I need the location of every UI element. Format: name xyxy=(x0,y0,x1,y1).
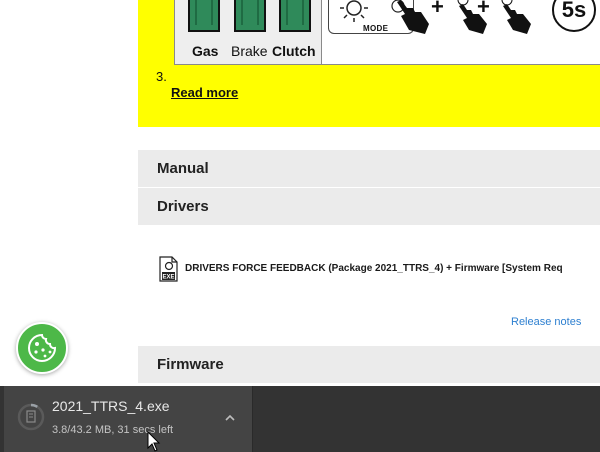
chevron-up-icon[interactable] xyxy=(222,410,238,426)
pedal-label-clutch: Clutch xyxy=(272,43,316,59)
section-manual-title: Manual xyxy=(157,160,209,177)
list-item-number: 3. xyxy=(156,69,167,84)
download-file-name: 2021_TTRS_4.exe xyxy=(52,398,170,414)
section-firmware-title: Firmware xyxy=(157,356,224,373)
download-item[interactable]: 2021_TTRS_4.exe 3.8/43.2 MB, 31 secs lef… xyxy=(4,386,253,452)
mode-label: MODE xyxy=(363,24,389,33)
brake-pedal-icon xyxy=(234,0,266,32)
hand-press-r-icon xyxy=(501,0,531,34)
exe-file-icon: EXE xyxy=(159,256,178,282)
section-drivers[interactable]: Drivers xyxy=(138,188,600,225)
cookie-settings-button[interactable] xyxy=(16,322,68,374)
gas-pedal-icon xyxy=(188,0,220,32)
mouse-cursor-icon xyxy=(147,431,161,452)
plus-sign: + xyxy=(431,0,444,19)
timer-label: 5s xyxy=(561,0,587,22)
section-drivers-title: Drivers xyxy=(157,198,209,215)
pedals-group: Gas Brake Clutch xyxy=(175,0,322,64)
driver-download-link[interactable]: DRIVERS FORCE FEEDBACK (Package 2021_TTR… xyxy=(185,263,600,274)
section-firmware[interactable]: Firmware xyxy=(138,346,600,383)
svg-text:EXE: EXE xyxy=(162,275,174,281)
read-more-link[interactable]: Read more xyxy=(171,85,238,100)
pedal-diagram: Gas Brake Clutch MODE + + 5s xyxy=(174,0,600,65)
download-bar: 2021_TTRS_4.exe 3.8/43.2 MB, 31 secs lef… xyxy=(0,386,600,452)
release-notes-link[interactable]: Release notes xyxy=(511,316,581,328)
clutch-pedal-icon xyxy=(279,0,311,32)
pedal-label-brake: Brake xyxy=(231,43,268,59)
download-progress-icon xyxy=(17,403,45,431)
section-manual[interactable]: Manual xyxy=(138,150,600,187)
cookie-icon xyxy=(28,333,57,362)
timer-5s-icon: 5s xyxy=(552,0,596,32)
hand-press-icon xyxy=(397,0,429,34)
pedal-label-gas: Gas xyxy=(192,43,219,59)
plus-sign: + xyxy=(477,0,490,19)
